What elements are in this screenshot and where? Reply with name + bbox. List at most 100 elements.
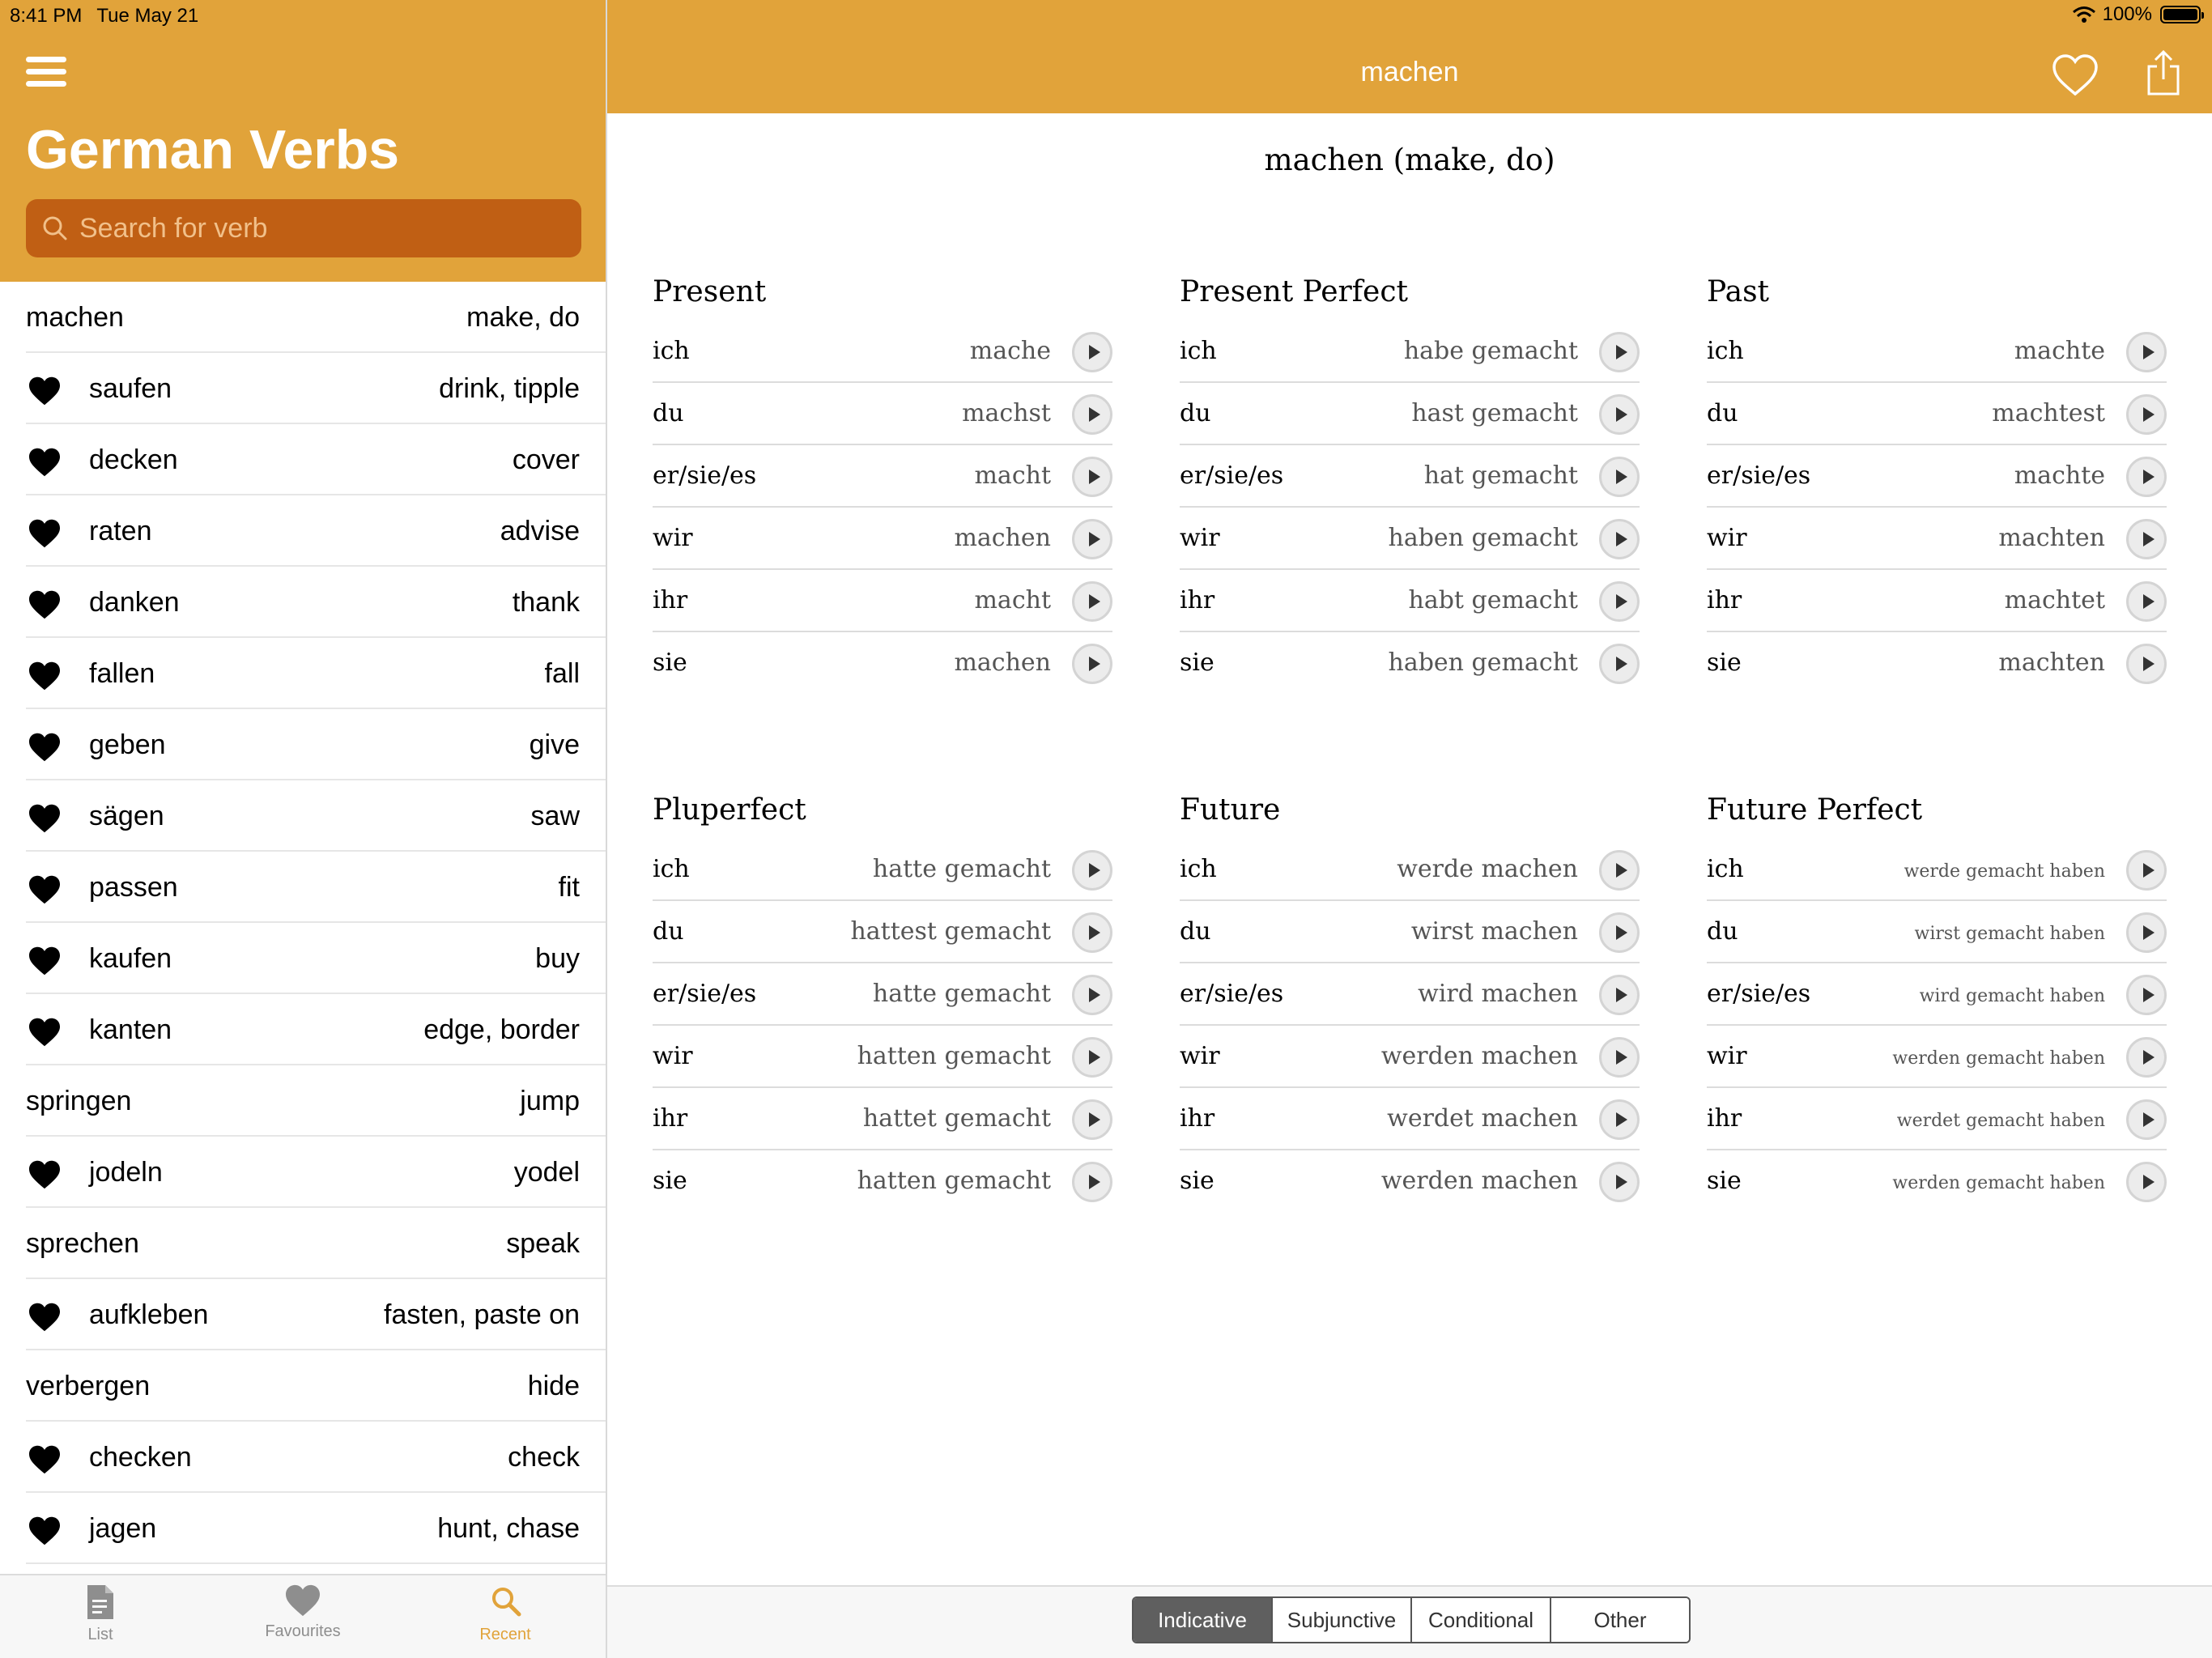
play-audio-icon[interactable] <box>1072 912 1112 953</box>
conjugated-form: hat gemacht <box>1423 461 1578 490</box>
play-audio-icon[interactable] <box>2126 457 2167 497</box>
verb-list-item[interactable]: kanten edge, border <box>0 994 606 1065</box>
pronoun: du <box>653 399 684 427</box>
verb-list-item[interactable]: sprechen speak <box>0 1208 606 1279</box>
play-audio-icon[interactable] <box>2126 1162 2167 1202</box>
favourite-heart-icon <box>28 589 62 620</box>
verb-list-item[interactable]: springen jump <box>0 1065 606 1137</box>
favourite-heart-icon <box>28 946 62 976</box>
mood-segment-subjunctive[interactable]: Subjunctive <box>1273 1598 1412 1642</box>
tense-title: Pluperfect <box>653 793 806 827</box>
search-input[interactable] <box>78 211 567 245</box>
pronoun: wir <box>1707 1042 1747 1070</box>
pronoun: sie <box>1707 648 1742 677</box>
play-audio-icon[interactable] <box>1599 1099 1640 1140</box>
verb-list-item[interactable]: jodeln yodel <box>0 1137 606 1208</box>
mood-segment-conditional[interactable]: Conditional <box>1412 1598 1551 1642</box>
verb-infinitive: jagen <box>89 1512 157 1544</box>
pronoun: ich <box>1707 337 1744 365</box>
search-field[interactable] <box>26 199 581 257</box>
verb-meaning: check <box>508 1441 580 1473</box>
pronoun: wir <box>653 1042 693 1070</box>
play-audio-icon[interactable] <box>1072 581 1112 622</box>
pronoun: du <box>1707 399 1738 427</box>
pronoun: ihr <box>1180 586 1215 614</box>
play-audio-icon[interactable] <box>2126 519 2167 559</box>
verb-infinitive: jodeln <box>89 1156 163 1188</box>
play-audio-icon[interactable] <box>2126 644 2167 684</box>
share-icon[interactable] <box>2146 49 2181 97</box>
conjugated-form: werden machen <box>1380 1167 1578 1195</box>
play-audio-icon[interactable] <box>2126 581 2167 622</box>
play-audio-icon[interactable] <box>2126 332 2167 372</box>
verb-list-item[interactable]: raten advise <box>0 495 606 567</box>
conjugated-form: habt gemacht <box>1408 586 1578 614</box>
mood-bar: Indicative Subjunctive Conditional Other <box>607 1585 2212 1658</box>
play-audio-icon[interactable] <box>2126 1037 2167 1078</box>
verb-list-item[interactable]: passen fit <box>0 852 606 923</box>
verb-list-item[interactable]: danken thank <box>0 567 606 638</box>
play-audio-icon[interactable] <box>1072 975 1112 1015</box>
conjugated-form: machtet <box>2004 586 2105 614</box>
play-audio-icon[interactable] <box>2126 394 2167 435</box>
verb-list-item[interactable]: geben give <box>0 709 606 780</box>
play-audio-icon[interactable] <box>1072 1037 1112 1078</box>
play-audio-icon[interactable] <box>1599 975 1640 1015</box>
play-audio-icon[interactable] <box>1599 332 1640 372</box>
verb-list-item[interactable]: sägen saw <box>0 780 606 852</box>
tab-list[interactable]: List <box>19 1584 181 1644</box>
play-audio-icon[interactable] <box>2126 1099 2167 1140</box>
verb-list-item[interactable]: fallen fall <box>0 638 606 709</box>
conjugation-row: sie haben gemacht <box>1180 632 1640 695</box>
tab-recent[interactable]: Recent <box>424 1584 586 1644</box>
verb-list-item[interactable]: checken check <box>0 1422 606 1493</box>
play-audio-icon[interactable] <box>1599 457 1640 497</box>
favourite-heart-icon[interactable] <box>2052 53 2099 97</box>
verb-infinitive: decken <box>89 444 178 475</box>
mood-segment-indicative[interactable]: Indicative <box>1134 1598 1273 1642</box>
verb-list-item[interactable]: jagen hunt, chase <box>0 1493 606 1564</box>
play-audio-icon[interactable] <box>1599 519 1640 559</box>
play-audio-icon[interactable] <box>1599 850 1640 891</box>
tab-favourites[interactable]: Favourites <box>222 1584 384 1641</box>
conjugation-row: ihr habt gemacht <box>1180 570 1640 632</box>
verb-list-item[interactable]: decken cover <box>0 424 606 495</box>
hamburger-menu-icon[interactable] <box>26 57 66 87</box>
tab-label: Favourites <box>265 1622 341 1640</box>
verb-list-item[interactable]: kaufen buy <box>0 923 606 994</box>
verb-list-item[interactable]: aufkleben fasten, paste on <box>0 1279 606 1350</box>
play-audio-icon[interactable] <box>1072 850 1112 891</box>
play-audio-icon[interactable] <box>2126 975 2167 1015</box>
play-audio-icon[interactable] <box>1072 644 1112 684</box>
play-audio-icon[interactable] <box>1072 457 1112 497</box>
verb-list-item[interactable]: verbergen hide <box>0 1350 606 1422</box>
pronoun: ihr <box>653 1104 688 1133</box>
play-audio-icon[interactable] <box>1072 1099 1112 1140</box>
tense-title: Past <box>1707 275 1770 308</box>
conjugation-row: sie machen <box>653 632 1112 695</box>
conjugation-row: wir machen <box>653 508 1112 570</box>
play-audio-icon[interactable] <box>1599 1162 1640 1202</box>
play-audio-icon[interactable] <box>2126 912 2167 953</box>
conjugation-row: er/sie/es hatte gemacht <box>653 963 1112 1026</box>
verb-infinitive: danken <box>89 586 180 618</box>
play-audio-icon[interactable] <box>1599 1037 1640 1078</box>
play-audio-icon[interactable] <box>1072 1162 1112 1202</box>
play-audio-icon[interactable] <box>1599 394 1640 435</box>
battery-percent: 100% <box>2102 3 2152 25</box>
battery-icon <box>2160 6 2204 23</box>
conjugation-row: ihr macht <box>653 570 1112 632</box>
play-audio-icon[interactable] <box>1599 912 1640 953</box>
mood-segment-other[interactable]: Other <box>1551 1598 1689 1642</box>
verb-list-item[interactable]: machen make, do <box>0 282 606 353</box>
pronoun: ihr <box>1707 1104 1742 1133</box>
verb-meaning: fall <box>544 657 580 689</box>
play-audio-icon[interactable] <box>1599 581 1640 622</box>
play-audio-icon[interactable] <box>1599 644 1640 684</box>
play-audio-icon[interactable] <box>2126 850 2167 891</box>
play-audio-icon[interactable] <box>1072 519 1112 559</box>
verb-list-item[interactable]: saufen drink, tipple <box>0 353 606 424</box>
play-audio-icon[interactable] <box>1072 394 1112 435</box>
play-audio-icon[interactable] <box>1072 332 1112 372</box>
verb-infinitive: verbergen <box>26 1370 151 1401</box>
